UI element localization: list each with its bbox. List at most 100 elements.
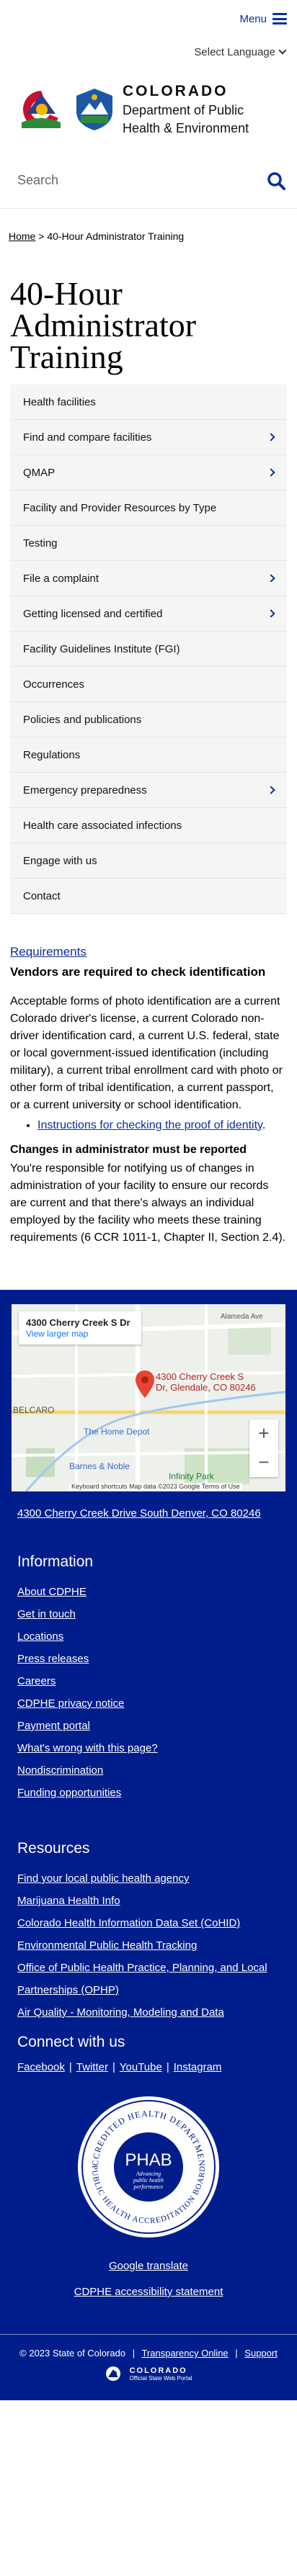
footer-info-link[interactable]: Payment portal (17, 1715, 280, 1737)
language-label: Select Language (194, 45, 275, 58)
logo-text: COLORADO Department of Public Health & E… (123, 83, 249, 135)
sidenav-item[interactable]: Facility and Provider Resources by Type (10, 490, 287, 526)
footer-bottom-bar: © 2023 State of Colorado | Transparency … (0, 2334, 297, 2400)
pin-label-line-2: Dr, Glendale, CO 80246 (156, 1382, 256, 1394)
footer-information-heading: Information (17, 1553, 94, 1570)
search-input[interactable] (17, 173, 267, 188)
sidenav-item[interactable]: Occurrences (10, 667, 287, 702)
footer-info-link[interactable]: CDPHE privacy notice (17, 1692, 280, 1715)
badge-sub-2: public health (133, 2177, 164, 2184)
sidenav-item[interactable]: Emergency preparedness (10, 773, 287, 808)
sidenav-item-label: Contact (23, 889, 61, 902)
sidenav-item[interactable]: Find and compare facilities (10, 420, 287, 455)
state-portal-logo[interactable]: COLORADO Official State Web Portal (9, 2359, 288, 2393)
sidenav-item-label: Emergency preparedness (23, 784, 147, 796)
phab-badge-icon: ACCREDITED HEALTH DEPARTMENT PUBLIC HEAL… (76, 2095, 219, 2238)
footer-resource-link[interactable]: Office of Public Health Practice, Planni… (17, 1957, 280, 2001)
map-zoom-controls: + − (249, 1419, 278, 1477)
footer-info-link[interactable]: About CDPHE (17, 1581, 280, 1603)
footer-information-links: About CDPHE Get in touch Locations Press re… (17, 1581, 280, 1804)
footer-info-link[interactable]: Press releases (17, 1648, 280, 1670)
list-item: Instructions for checking the proof of i… (37, 1117, 287, 1134)
hamburger-icon (272, 13, 287, 24)
chevron-down-icon (278, 46, 287, 55)
site-logo[interactable]: COLORADO Department of Public Health & E… (0, 66, 297, 153)
page-title: 40-Hour Administrator Training (10, 275, 197, 375)
id-list: Instructions for checking the proof of i… (37, 1117, 287, 1134)
search-icon[interactable] (267, 171, 285, 190)
badge-sub-1: Advancing (136, 2171, 161, 2177)
chevron-right-icon[interactable] (267, 574, 275, 583)
support-link[interactable]: Support (244, 2348, 278, 2359)
footer-info-link[interactable]: Locations (17, 1625, 280, 1648)
sidenav-item-label: Occurrences (23, 678, 85, 691)
social-link-facebook[interactable]: Facebook (17, 2061, 65, 2073)
sidenav-item[interactable]: Facility Guidelines Institute (FGI) (10, 632, 287, 667)
sidenav-item-label: Health care associated infections (23, 819, 182, 832)
footer-address-link[interactable]: 4300 Cherry Creek Drive South Denver, CO… (17, 1506, 280, 1522)
footer-info-link[interactable]: What's wrong with this page? (17, 1737, 280, 1759)
social-link-twitter[interactable]: Twitter (76, 2061, 108, 2073)
footer-resource-link[interactable]: Environmental Public Health Tracking (17, 1934, 280, 1957)
language-selector[interactable]: Select Language (0, 37, 297, 66)
sidenav-item[interactable]: File a complaint (10, 561, 287, 596)
sidenav-item[interactable]: Engage with us (10, 843, 287, 879)
colorado-c-logo-icon (22, 91, 61, 128)
sidenav-item-label: Find and compare facilities (23, 431, 152, 444)
google-translate-link[interactable]: Google translate (109, 2260, 188, 2272)
requirements-link[interactable]: Requirements (10, 945, 87, 959)
sidenav-item[interactable]: QMAP (10, 455, 287, 490)
footer-resource-link[interactable]: Marijuana Health Info (17, 1890, 280, 1912)
footer-info-link[interactable]: Get in touch (17, 1603, 280, 1625)
social-link-instagram[interactable]: Instagram (174, 2061, 222, 2073)
footer-resource-link[interactable]: Colorado Health Information Data Set (Co… (17, 1912, 280, 1934)
sidenav-item[interactable]: Policies and publications (10, 702, 287, 737)
map-pin-label: 4300 Cherry Creek S Dr, Glendale, CO 802… (156, 1371, 256, 1394)
location-map[interactable]: 4300 Cherry Creek S Dr, Glendale, CO 802… (12, 1303, 285, 1491)
footer-info-link[interactable]: Funding opportunities (17, 1782, 280, 1804)
sidenav-item[interactable]: Regulations (10, 737, 287, 773)
chevron-right-icon[interactable] (267, 609, 275, 618)
zoom-out-button[interactable]: − (249, 1448, 278, 1477)
breadcrumb-home[interactable]: Home (9, 230, 35, 242)
zoom-in-button[interactable]: + (249, 1419, 278, 1448)
chevron-right-icon[interactable] (267, 468, 275, 477)
footer-utility-links: Google translate CDPHE accessibility sta… (17, 2253, 280, 2305)
menu-button[interactable]: Menu (239, 13, 287, 25)
social-separator: | (166, 2061, 169, 2073)
sidenav-item[interactable]: Health facilities (10, 385, 287, 420)
search-bar (0, 153, 297, 209)
footer-info-link[interactable]: Nondiscrimination (17, 1759, 280, 1782)
sidenav-item[interactable]: Health care associated infections (10, 808, 287, 843)
colorado-c-small-icon (105, 2366, 120, 2381)
breadcrumb-separator: > (38, 230, 45, 242)
transparency-online-link[interactable]: Transparency Online (141, 2348, 228, 2359)
social-link-youtube[interactable]: YouTube (120, 2061, 162, 2073)
accreditation-badge: ACCREDITED HEALTH DEPARTMENT PUBLIC HEAL… (17, 2095, 280, 2239)
menu-label: Menu (239, 12, 267, 25)
view-larger-map-link[interactable]: View larger map (26, 1329, 88, 1339)
sidenav-item[interactable]: Getting licensed and certified (10, 596, 287, 632)
sidenav-item-label: QMAP (23, 466, 56, 479)
footer-info-link[interactable]: Careers (17, 1670, 280, 1692)
map-place-infinity-park: Infinity Park (169, 1471, 214, 1481)
chevron-right-icon[interactable] (267, 433, 275, 441)
changes-paragraph: You're responsible for notifying us of c… (10, 1162, 286, 1244)
footer-connect-heading: Connect with us (17, 2034, 125, 2050)
footer-resource-link[interactable]: Find your local public health agency (17, 1867, 280, 1890)
id-paragraph: Acceptable forms of photo identification… (10, 995, 283, 1111)
sidenav-item-label: Getting licensed and certified (23, 607, 163, 620)
breadcrumb-current: 40-Hour Administrator Training (47, 230, 185, 242)
changes-heading: Changes in administrator must be reporte… (10, 1143, 247, 1156)
social-separator: | (112, 2061, 115, 2073)
accessibility-statement-link[interactable]: CDPHE accessibility statement (74, 2286, 223, 2298)
footer-resources-heading: Resources (17, 1840, 90, 1857)
id-instructions-link[interactable]: Instructions for checking the proof of i… (37, 1119, 262, 1131)
sidenav-item-label: Policies and publications (23, 713, 142, 726)
chevron-right-icon[interactable] (267, 786, 275, 794)
map-info-card: 4300 Cherry Creek S Dr View larger map (19, 1311, 141, 1345)
map-pin-icon[interactable] (136, 1370, 154, 1398)
sidenav-item[interactable]: Contact (10, 879, 287, 914)
footer-resource-link[interactable]: Air Quality - Monitoring, Modeling and D… (17, 2001, 280, 2024)
sidenav-item[interactable]: Testing (10, 526, 287, 561)
